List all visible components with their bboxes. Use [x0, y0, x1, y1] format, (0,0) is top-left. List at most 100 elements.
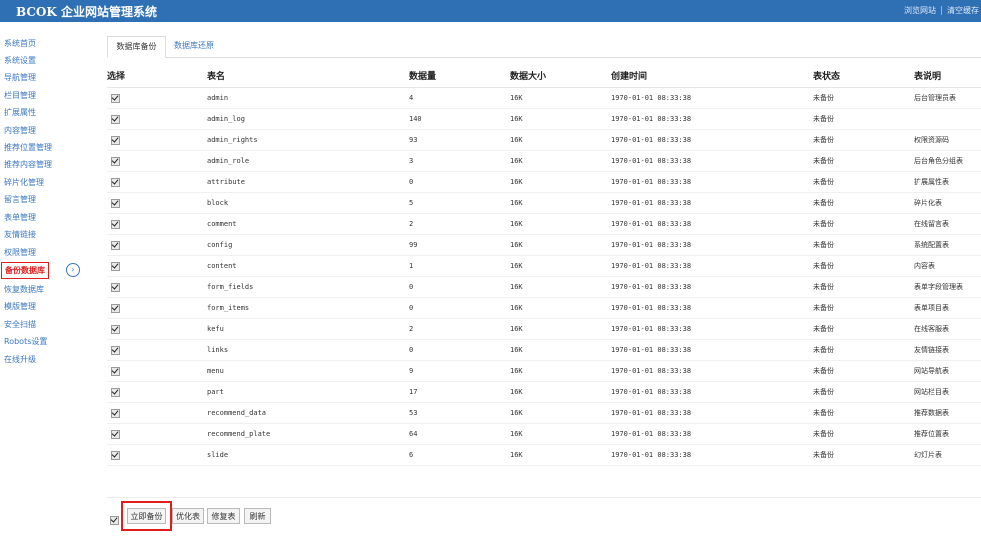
sidebar-item-permissions[interactable]: 权限管理: [4, 247, 36, 258]
checkbox-checked-icon[interactable]: [111, 387, 120, 397]
cell-description: 友情链接表: [914, 339, 981, 361]
checkbox-checked-icon[interactable]: [111, 219, 120, 229]
checkbox-checked-icon[interactable]: [111, 429, 120, 439]
sidebar-item-navigation[interactable]: 导航管理: [4, 72, 36, 83]
cell-description: [914, 108, 981, 130]
row-checkbox[interactable]: [107, 150, 207, 172]
sidebar-item-security-scan[interactable]: 安全扫描: [4, 319, 36, 330]
select-all-checkbox[interactable]: [110, 510, 119, 529]
checkbox-checked-icon[interactable]: [111, 303, 120, 313]
row-checkbox[interactable]: [107, 234, 207, 256]
col-header-data-size: 数据大小: [510, 64, 611, 88]
sidebar-item-home[interactable]: 系统首页: [4, 38, 36, 49]
cell-status: 未备份: [813, 423, 914, 445]
row-checkbox[interactable]: [107, 339, 207, 361]
row-checkbox[interactable]: [107, 87, 207, 109]
row-checkbox[interactable]: [107, 423, 207, 445]
cell-row-count: 64: [409, 423, 510, 445]
cell-status: 未备份: [813, 108, 914, 130]
row-checkbox[interactable]: [107, 318, 207, 340]
checkbox-checked-icon[interactable]: [111, 240, 120, 250]
cell-data-size: 16K: [510, 171, 611, 193]
checkbox-checked-icon[interactable]: [111, 156, 120, 166]
cell-created-time: 1970-01-01 08:33:38: [611, 444, 813, 466]
cell-data-size: 16K: [510, 213, 611, 235]
row-checkbox[interactable]: [107, 213, 207, 235]
cell-created-time: 1970-01-01 08:33:38: [611, 255, 813, 277]
cell-status: 未备份: [813, 87, 914, 109]
optimize-table-button[interactable]: 优化表: [172, 508, 204, 524]
sidebar-item-content[interactable]: 内容管理: [4, 125, 36, 136]
sidebar-item-forms[interactable]: 表单管理: [4, 212, 36, 223]
checkbox-checked-icon[interactable]: [111, 408, 120, 418]
row-checkbox[interactable]: [107, 108, 207, 130]
cell-created-time: 1970-01-01 08:33:38: [611, 360, 813, 382]
cell-data-size: 16K: [510, 276, 611, 298]
chevron-right-circle-icon[interactable]: ›: [66, 263, 80, 277]
row-checkbox[interactable]: [107, 444, 207, 466]
cell-table-name: recommend_data: [207, 402, 409, 424]
table-row: admin 4 16K 1970-01-01 08:33:38 未备份 后台管理员表: [107, 87, 981, 109]
sidebar-item-attributes[interactable]: 扩展属性: [4, 107, 36, 118]
row-checkbox[interactable]: [107, 276, 207, 298]
cell-description: 表单项目表: [914, 297, 981, 319]
row-checkbox[interactable]: [107, 171, 207, 193]
clear-cache-link[interactable]: 清空缓存: [947, 6, 979, 15]
checkbox-checked-icon[interactable]: [111, 177, 120, 187]
row-checkbox[interactable]: [107, 297, 207, 319]
sidebar-item-links[interactable]: 友情链接: [4, 229, 36, 240]
sidebar-item-recommend-content[interactable]: 推荐内容管理: [4, 159, 52, 170]
sidebar-item-templates[interactable]: 模版管理: [4, 301, 36, 312]
cell-row-count: 0: [409, 339, 510, 361]
row-checkbox[interactable]: [107, 129, 207, 151]
checkbox-checked-icon[interactable]: [111, 93, 120, 103]
checkbox-checked-icon[interactable]: [111, 366, 120, 376]
table-row: form_fields 0 16K 1970-01-01 08:33:38 未备份 表单字…: [107, 276, 981, 298]
sidebar-item-blocks[interactable]: 碎片化管理: [4, 177, 44, 188]
col-header-select: 选择: [107, 64, 207, 88]
cell-status: 未备份: [813, 360, 914, 382]
tab-database-backup[interactable]: 数据库备份: [107, 36, 166, 58]
repair-table-button[interactable]: 修复表: [207, 508, 240, 524]
sidebar-item-upgrade[interactable]: 在线升级: [4, 354, 36, 365]
cell-data-size: 16K: [510, 444, 611, 466]
tab-database-restore[interactable]: 数据库还原: [166, 36, 222, 56]
row-checkbox[interactable]: [107, 381, 207, 403]
browse-site-link[interactable]: 浏览网站: [904, 6, 936, 15]
row-checkbox[interactable]: [107, 192, 207, 214]
checkbox-checked-icon[interactable]: [111, 450, 120, 460]
table-row: content 1 16K 1970-01-01 08:33:38 未备份 内容表: [107, 255, 981, 277]
row-checkbox[interactable]: [107, 360, 207, 382]
sidebar-item-backup-database[interactable]: 备份数据库: [1, 262, 49, 279]
link-divider: [941, 6, 942, 15]
checkbox-checked-icon[interactable]: [111, 135, 120, 145]
table-row: admin_role 3 16K 1970-01-01 08:33:38 未备份 后台角色…: [107, 150, 981, 172]
sidebar-item-restore-database[interactable]: 恢复数据库: [4, 284, 44, 295]
table-row: slide 6 16K 1970-01-01 08:33:38 未备份 幻灯片表: [107, 444, 981, 466]
row-checkbox[interactable]: [107, 255, 207, 277]
sidebar-item-robots[interactable]: Robots设置: [4, 336, 47, 347]
table-row: recommend_data 53 16K 1970-01-01 08:33:38 未备…: [107, 402, 981, 424]
checkbox-checked-icon[interactable]: [111, 198, 120, 208]
table-row: recommend_plate 64 16K 1970-01-01 08:33:38 未…: [107, 423, 981, 445]
cell-created-time: 1970-01-01 08:33:38: [611, 339, 813, 361]
checkbox-checked-icon[interactable]: [111, 261, 120, 271]
checkbox-checked-icon[interactable]: [111, 282, 120, 292]
refresh-button[interactable]: 刷新: [244, 508, 271, 524]
cell-row-count: 6: [409, 444, 510, 466]
sidebar-item-columns[interactable]: 栏目管理: [4, 90, 36, 101]
cell-data-size: 16K: [510, 297, 611, 319]
checkbox-checked-icon[interactable]: [111, 324, 120, 334]
checkbox-checked-icon[interactable]: [111, 345, 120, 355]
checkbox-checked-icon[interactable]: [111, 114, 120, 124]
cell-data-size: 16K: [510, 255, 611, 277]
cell-table-name: admin_role: [207, 150, 409, 172]
row-checkbox[interactable]: [107, 402, 207, 424]
backup-now-button[interactable]: 立即备份: [127, 508, 166, 524]
sidebar-item-system-settings[interactable]: 系统设置: [4, 55, 36, 66]
sidebar-item-recommend-position[interactable]: 推荐位置管理: [4, 142, 52, 153]
sidebar-item-comments[interactable]: 留言管理: [4, 194, 36, 205]
table-row: admin_rights 93 16K 1970-01-01 08:33:38 未备份权…: [107, 129, 981, 151]
cell-created-time: 1970-01-01 08:33:38: [611, 381, 813, 403]
cell-status: 未备份: [813, 213, 914, 235]
